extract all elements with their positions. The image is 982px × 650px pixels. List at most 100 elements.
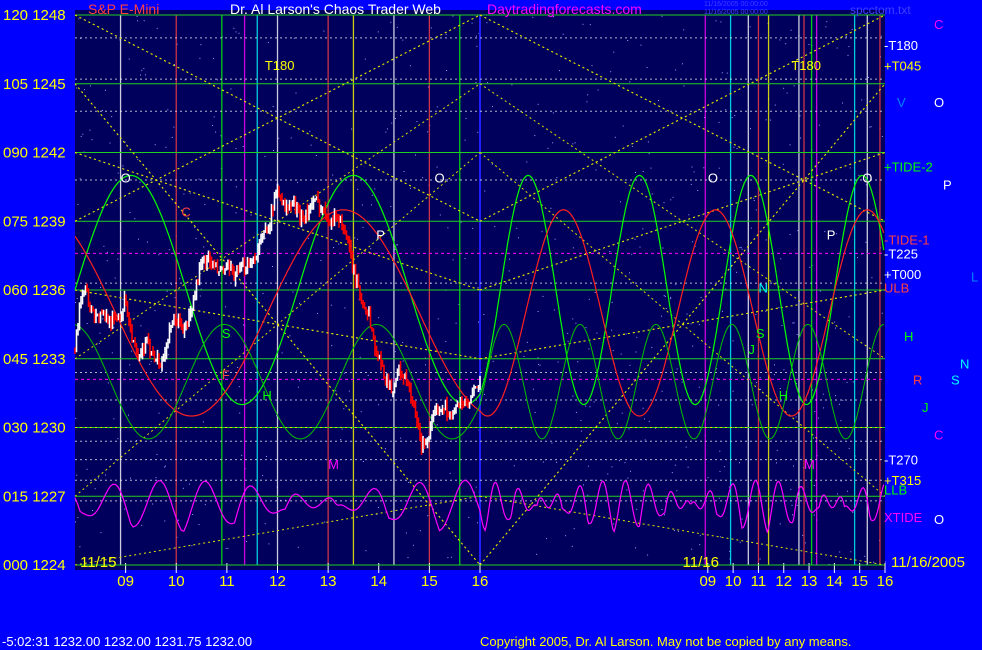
star-dot bbox=[852, 511, 854, 513]
star-dot bbox=[198, 178, 200, 180]
star-dot bbox=[642, 228, 644, 230]
star-dot bbox=[683, 29, 685, 31]
star-dot bbox=[439, 214, 441, 216]
star-dot bbox=[639, 246, 641, 248]
star-dot bbox=[588, 298, 590, 300]
right-label: +T045 bbox=[884, 58, 921, 73]
star-dot bbox=[323, 30, 325, 32]
star-dot bbox=[447, 557, 449, 559]
star-dot bbox=[446, 70, 448, 71]
star-dot bbox=[113, 418, 115, 420]
star-dot bbox=[556, 461, 558, 463]
star-dot bbox=[635, 351, 637, 353]
star-dot bbox=[567, 332, 569, 334]
star-dot bbox=[405, 532, 407, 534]
star-dot bbox=[783, 369, 785, 371]
star-dot bbox=[869, 126, 871, 128]
star-dot bbox=[309, 130, 311, 132]
time-label: 15 bbox=[851, 573, 868, 590]
time-label: 12 bbox=[269, 573, 286, 590]
star-dot bbox=[725, 288, 727, 290]
star-dot bbox=[661, 15, 663, 17]
star-dot bbox=[378, 404, 380, 406]
star-dot bbox=[670, 296, 672, 298]
right-label: +T000 bbox=[884, 267, 921, 282]
star-dot bbox=[268, 543, 270, 545]
star-dot bbox=[646, 67, 648, 68]
star-dot bbox=[149, 363, 151, 365]
date-label: 11/16 bbox=[683, 554, 719, 571]
star-dot bbox=[557, 361, 559, 363]
star-dot bbox=[635, 172, 636, 173]
site-label: Daytradingforecasts.com bbox=[487, 1, 642, 17]
star-dot bbox=[189, 483, 190, 485]
star-dot bbox=[272, 266, 273, 267]
star-dot bbox=[822, 393, 824, 395]
star-dot bbox=[143, 20, 145, 22]
star-dot bbox=[354, 237, 356, 239]
star-dot bbox=[631, 145, 633, 147]
right-label: J bbox=[922, 400, 929, 415]
star-dot bbox=[825, 26, 827, 28]
star-dot bbox=[848, 46, 850, 48]
star-dot bbox=[697, 190, 699, 191]
star-dot bbox=[297, 181, 299, 183]
star-dot bbox=[673, 530, 675, 532]
star-dot bbox=[791, 504, 793, 506]
star-dot bbox=[575, 322, 577, 324]
star-dot bbox=[476, 45, 478, 47]
star-dot bbox=[216, 79, 218, 81]
star-dot bbox=[333, 247, 335, 248]
star-dot bbox=[586, 101, 588, 103]
star-dot bbox=[776, 462, 777, 464]
star-dot bbox=[266, 455, 267, 457]
star-dot bbox=[871, 277, 873, 279]
date-label: 11/16/2005 bbox=[891, 554, 965, 571]
star-dot bbox=[625, 333, 627, 335]
star-dot bbox=[166, 290, 168, 292]
star-dot bbox=[447, 179, 448, 181]
right-label: S bbox=[951, 372, 960, 387]
star-dot bbox=[295, 92, 297, 94]
star-dot bbox=[683, 85, 685, 87]
star-dot bbox=[370, 248, 372, 250]
star-dot bbox=[90, 85, 91, 87]
star-dot bbox=[627, 477, 629, 479]
star-dot bbox=[858, 174, 860, 176]
star-dot bbox=[848, 316, 850, 318]
star-dot bbox=[781, 324, 783, 326]
star-dot bbox=[629, 364, 631, 366]
star-dot bbox=[597, 89, 599, 91]
star-dot bbox=[885, 561, 886, 563]
star-dot bbox=[813, 485, 815, 486]
star-dot bbox=[842, 399, 844, 401]
star-dot bbox=[629, 81, 631, 83]
star-dot bbox=[357, 188, 359, 190]
axis-label: 000 1224 bbox=[3, 557, 66, 574]
star-dot bbox=[793, 322, 795, 324]
star-dot bbox=[651, 346, 653, 348]
star-dot bbox=[813, 437, 815, 439]
right-label: ULB bbox=[884, 281, 909, 296]
star-dot bbox=[539, 364, 541, 366]
star-dot bbox=[297, 546, 299, 548]
star-dot bbox=[616, 423, 618, 425]
star-dot bbox=[407, 557, 409, 558]
star-dot bbox=[487, 82, 489, 84]
star-dot bbox=[760, 388, 761, 390]
star-dot bbox=[596, 332, 598, 334]
star-dot bbox=[107, 382, 109, 384]
annotation-label: M bbox=[804, 457, 815, 472]
star-dot bbox=[670, 199, 672, 201]
star-dot bbox=[718, 497, 720, 499]
star-dot bbox=[636, 336, 638, 338]
star-dot bbox=[755, 209, 757, 211]
star-dot bbox=[812, 389, 814, 391]
star-dot bbox=[834, 321, 836, 323]
axis-label: 090 1242 bbox=[3, 145, 66, 162]
star-dot bbox=[343, 372, 345, 374]
axis-label: 045 1233 bbox=[3, 351, 66, 368]
star-dot bbox=[736, 148, 738, 150]
star-dot bbox=[117, 438, 119, 440]
star-dot bbox=[299, 302, 300, 304]
